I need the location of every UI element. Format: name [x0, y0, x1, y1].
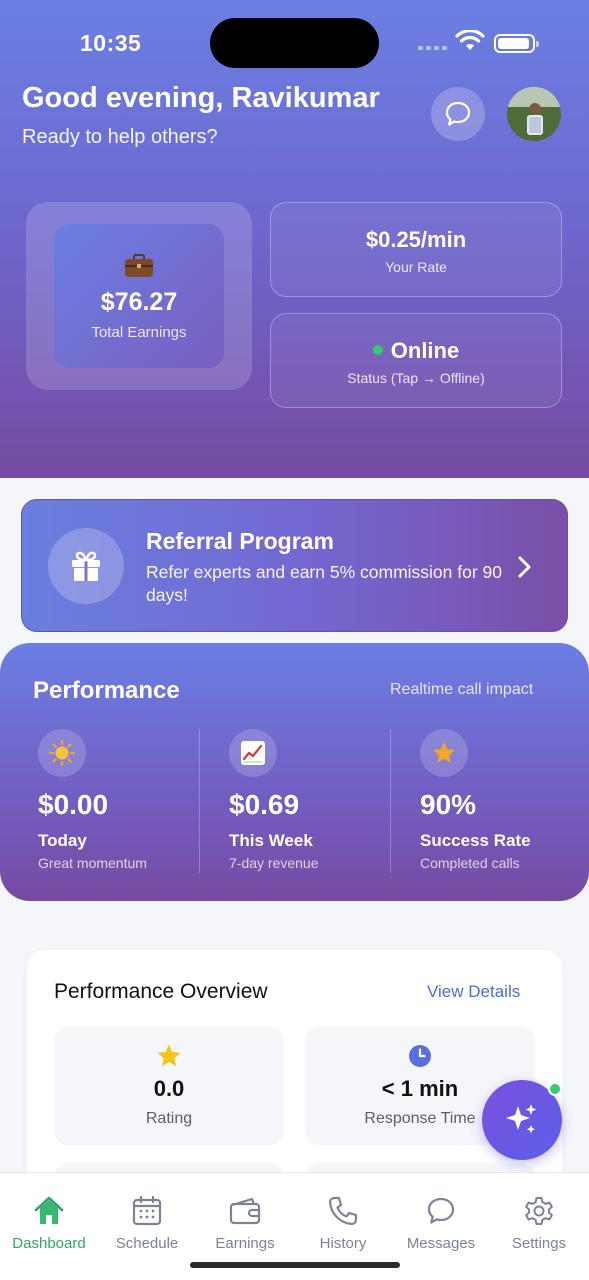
stat-success-value: 90%	[420, 789, 477, 820]
chat-icon	[445, 101, 471, 126]
referral-description: Refer experts and earn 5% commission for…	[146, 562, 502, 605]
stat-week-note: 7-day revenue	[229, 855, 319, 871]
tab-history[interactable]: History	[294, 1193, 392, 1252]
performance-overview-card: Performance Overview View Details 0.0 Ra…	[27, 950, 562, 1223]
fab-status-dot	[548, 1082, 562, 1096]
tab-schedule[interactable]: Schedule	[98, 1193, 196, 1252]
stat-today-label: Today	[38, 831, 87, 850]
signal-icon	[418, 46, 447, 50]
stat-week-label: This Week	[229, 831, 313, 850]
rate-label: Your Rate	[385, 259, 447, 275]
home-icon	[0, 1193, 98, 1229]
sparkles-icon	[506, 1104, 537, 1134]
tab-label: Settings	[511, 1235, 567, 1252]
rating-icon-wrap	[54, 1043, 284, 1069]
rate-card[interactable]: $0.25/min Your Rate	[270, 202, 562, 297]
briefcase-icon	[125, 254, 153, 277]
calendar-icon	[98, 1193, 196, 1229]
clock-icon	[409, 1045, 431, 1067]
tab-label: Messages	[406, 1235, 476, 1252]
chevron-right-icon	[518, 556, 531, 578]
status-value: Online	[390, 338, 460, 363]
wifi-icon	[455, 30, 485, 50]
star-icon	[157, 1044, 181, 1067]
status-bar: 10:35	[0, 0, 589, 80]
referral-title: Referral Program	[146, 528, 334, 554]
hero-header: 10:35 Good evening, Ravikumar Ready to h…	[0, 0, 589, 478]
tab-label: Dashboard	[12, 1235, 86, 1252]
performance-subtitle: Realtime call impact	[390, 681, 534, 698]
stat-success-label: Success Rate	[420, 831, 531, 850]
status-toggle-card[interactable]: Online Status (Tap → Offline)	[270, 313, 562, 408]
sun-icon	[48, 739, 76, 767]
tab-label: History	[319, 1235, 367, 1252]
stat-week: $0.69 This Week 7-day revenue	[229, 729, 409, 873]
online-status-dot	[372, 345, 383, 356]
stat-success: 90% Success Rate Completed calls	[420, 729, 589, 873]
stat-success-note: Completed calls	[420, 855, 520, 871]
earnings-card[interactable]: $76.27 Total Earnings	[26, 202, 252, 390]
stat-today-value: $0.00	[38, 789, 109, 820]
chat-icon	[392, 1193, 490, 1229]
stat-today: $0.00 Today Great momentum	[38, 729, 218, 873]
greeting-title: Good evening, Ravikumar	[22, 82, 380, 114]
rate-value: $0.25/min	[365, 227, 467, 252]
chat-button[interactable]	[431, 87, 485, 141]
divider	[199, 729, 200, 873]
wallet-icon	[196, 1193, 294, 1229]
referral-banner[interactable]: Referral Program Refer experts and earn …	[21, 499, 568, 632]
earnings-label: Total Earnings	[91, 324, 187, 341]
status-value-row: Online	[271, 338, 561, 364]
overview-title: Performance Overview	[54, 980, 268, 1003]
sun-icon-wrap	[38, 729, 86, 777]
tab-label: Schedule	[115, 1235, 179, 1252]
performance-title: Performance	[33, 677, 180, 704]
tab-label: Earnings	[215, 1235, 275, 1252]
earnings-card-inner: $76.27 Total Earnings	[54, 224, 224, 368]
view-details-link[interactable]: View Details	[427, 982, 520, 1002]
chart-icon-wrap	[229, 729, 277, 777]
chart-up-icon	[241, 741, 265, 765]
status-label: Status (Tap → Offline)	[347, 370, 485, 386]
performance-panel: Performance Realtime call impact $0.00 T…	[0, 643, 589, 901]
rating-value: 0.0	[153, 1076, 185, 1101]
tab-earnings[interactable]: Earnings	[196, 1193, 294, 1252]
status-time: 10:35	[80, 30, 142, 56]
home-indicator	[190, 1262, 400, 1268]
star-icon	[433, 742, 455, 763]
star-icon-wrap	[420, 729, 468, 777]
avatar-photo	[507, 87, 561, 141]
earnings-amount: $76.27	[100, 288, 178, 316]
gift-icon-wrap	[48, 528, 124, 604]
clock-icon-wrap	[305, 1043, 535, 1069]
ai-assistant-button[interactable]	[482, 1080, 562, 1160]
divider	[390, 729, 391, 873]
tab-dashboard[interactable]: Dashboard	[0, 1193, 98, 1252]
gear-icon	[490, 1193, 588, 1229]
phone-icon	[294, 1193, 392, 1229]
tab-messages[interactable]: Messages	[392, 1193, 490, 1252]
greeting-subtitle: Ready to help others?	[22, 126, 218, 148]
battery-icon	[494, 34, 539, 53]
dynamic-island	[210, 18, 379, 68]
tab-settings[interactable]: Settings	[490, 1193, 588, 1252]
rating-tile: 0.0 Rating	[54, 1027, 284, 1145]
gift-icon	[72, 551, 100, 581]
avatar[interactable]	[507, 87, 561, 141]
stat-today-note: Great momentum	[38, 855, 147, 871]
stat-week-value: $0.69	[229, 789, 300, 820]
rating-label: Rating	[145, 1110, 193, 1127]
